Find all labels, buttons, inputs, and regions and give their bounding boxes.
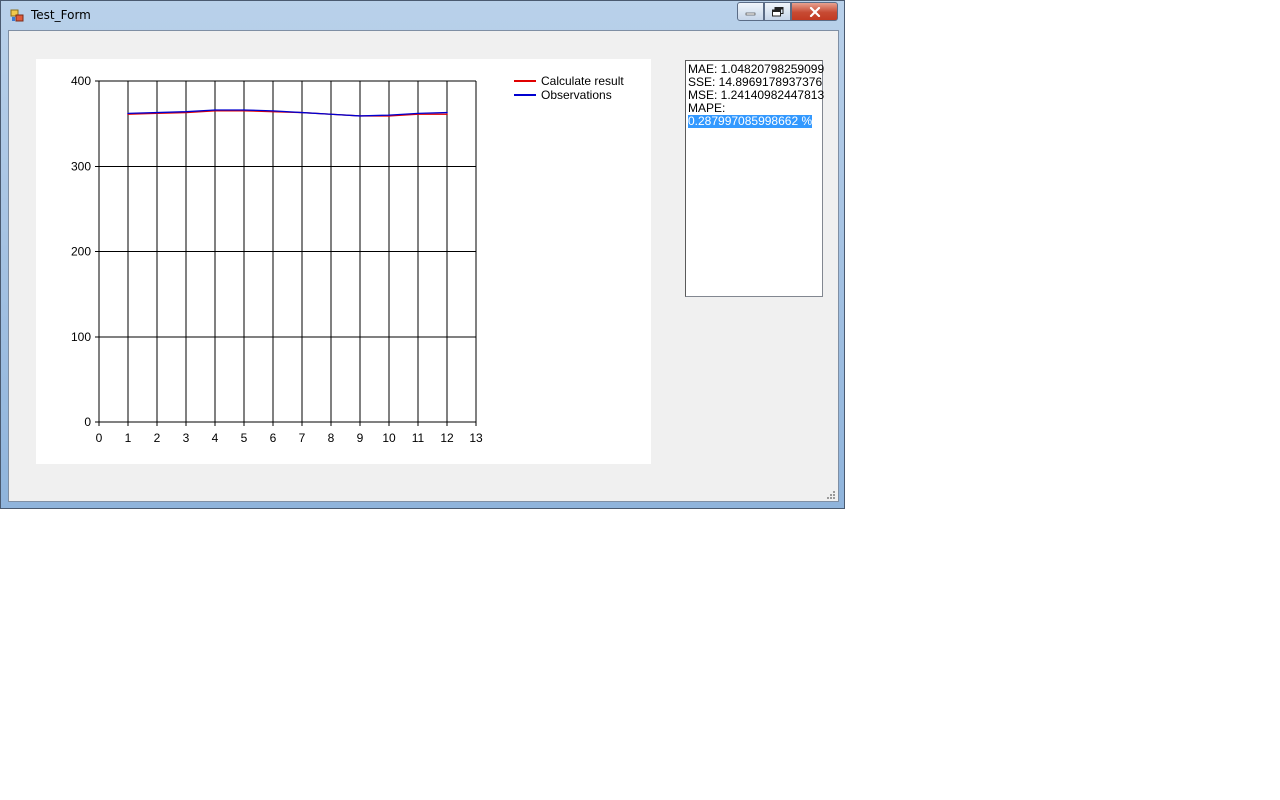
x-tick-label: 13 bbox=[469, 431, 483, 445]
y-tick-label: 400 bbox=[71, 74, 91, 88]
data-point bbox=[272, 110, 274, 112]
line-chart: 0 1 2 3 4 5 6 7 8 9 10 11 12 130100200300400 Calculate… bbox=[71, 74, 624, 445]
x-tick-label: 4 bbox=[212, 431, 219, 445]
minimize-button[interactable] bbox=[737, 2, 764, 21]
x-tick-label: 10 bbox=[382, 431, 396, 445]
data-point bbox=[127, 112, 129, 115]
data-point bbox=[185, 110, 187, 113]
x-tick-label: 9 bbox=[357, 431, 364, 445]
data-point bbox=[359, 115, 361, 117]
x-tick-label: 2 bbox=[154, 431, 161, 445]
window-title: Test_Form bbox=[31, 8, 91, 22]
mape-value-selected[interactable]: 0.287997085998662 % bbox=[688, 115, 813, 128]
title-bar[interactable]: Test_Form bbox=[1, 1, 844, 30]
x-tick-label: 7 bbox=[299, 431, 306, 445]
minimize-icon bbox=[745, 12, 756, 15]
data-point bbox=[388, 114, 390, 116]
x-tick-label: 1 bbox=[125, 431, 132, 445]
data-point bbox=[330, 113, 332, 116]
x-tick-label: 12 bbox=[440, 431, 454, 445]
legend-label: Calculate result bbox=[541, 74, 624, 88]
close-icon bbox=[809, 6, 820, 17]
x-tick-label: 8 bbox=[328, 431, 335, 445]
legend-label: Observations bbox=[541, 88, 612, 102]
x-tick-label: 6 bbox=[270, 431, 277, 445]
x-tick-label: 3 bbox=[183, 431, 190, 445]
restore-icon bbox=[771, 6, 783, 16]
app-icon[interactable] bbox=[10, 9, 24, 23]
resize-grip-icon[interactable] bbox=[826, 490, 836, 500]
y-tick-label: 100 bbox=[71, 330, 91, 344]
data-point bbox=[446, 111, 448, 114]
x-tick-label: 5 bbox=[241, 431, 248, 445]
data-point bbox=[446, 113, 448, 116]
y-tick-label: 0 bbox=[84, 415, 91, 429]
data-point bbox=[214, 109, 216, 111]
data-point bbox=[243, 109, 245, 111]
y-tick-label: 300 bbox=[71, 159, 91, 173]
x-tick-label: 11 bbox=[412, 431, 425, 445]
data-point bbox=[156, 111, 158, 114]
x-tick-label: 0 bbox=[96, 431, 103, 445]
restore-button[interactable] bbox=[764, 2, 791, 21]
y-tick-label: 200 bbox=[71, 245, 91, 259]
close-button[interactable] bbox=[791, 2, 838, 21]
chart-panel: 0 1 2 3 4 5 6 7 8 9 10 11 12 13 0 100 200 300 400 Calculate… bbox=[36, 59, 651, 464]
data-point bbox=[301, 111, 303, 114]
results-textbox[interactable]: MAE: 1.04820798259099 SSE: 14.8969178937… bbox=[685, 60, 824, 297]
data-point bbox=[417, 112, 419, 115]
